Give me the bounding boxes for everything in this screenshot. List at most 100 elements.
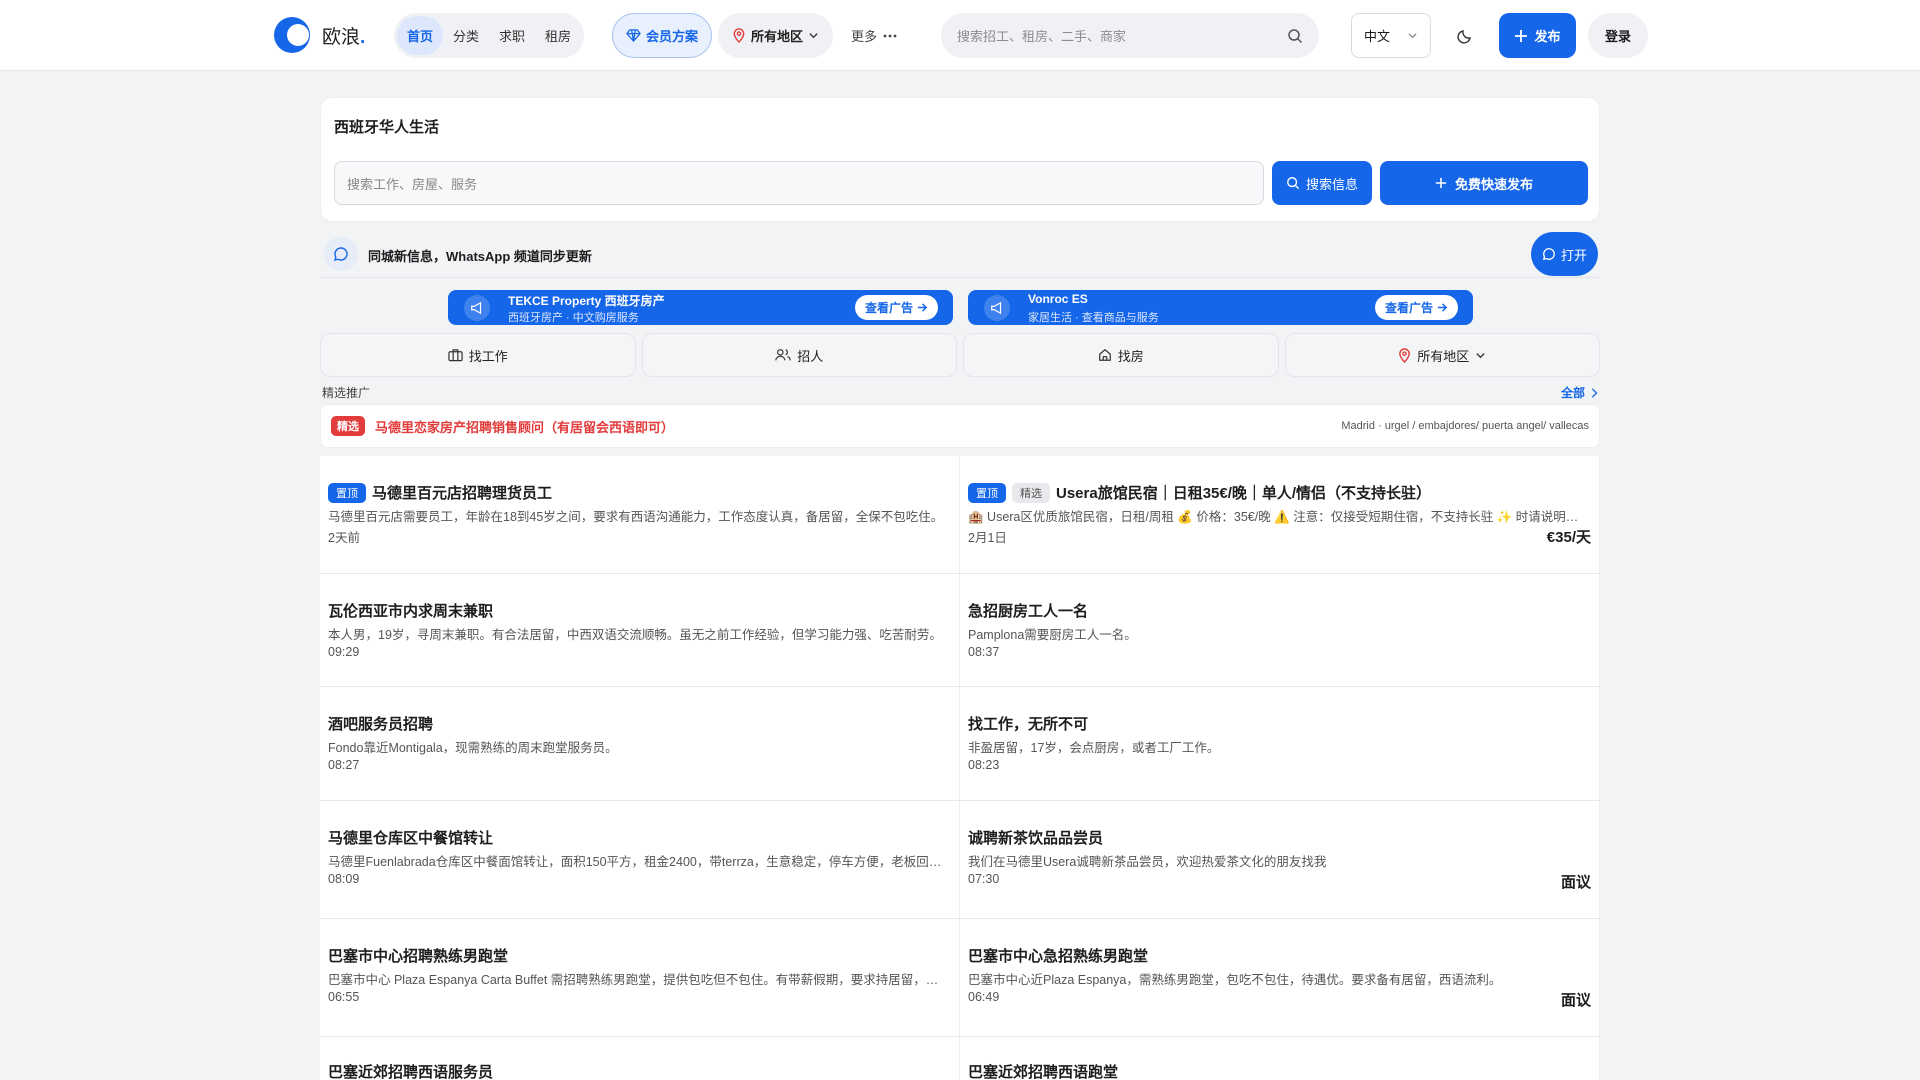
quick-post-button[interactable]: 免费快速发布 bbox=[1380, 161, 1588, 205]
ad-title: TEKCE Property 西班牙房产 bbox=[508, 294, 665, 308]
listing-time: 06:49 bbox=[968, 990, 1000, 1004]
search-icon[interactable] bbox=[1287, 28, 1303, 44]
listing-description: 马德里Fuenlabrada仓库区中餐面馆转让，面积150平方，租金2400，带… bbox=[328, 855, 948, 869]
megaphone-icon bbox=[984, 295, 1010, 321]
hero-search-button[interactable]: 搜索信息 bbox=[1272, 161, 1372, 205]
featured-label: 精选推广 bbox=[322, 386, 371, 400]
ad-subtitle: 西班牙房产 · 中文购房服务 bbox=[508, 312, 639, 324]
tab-label: 招人 bbox=[797, 348, 824, 364]
search-icon bbox=[1286, 176, 1300, 190]
nav-categories[interactable]: 分类 bbox=[443, 16, 489, 55]
listing-card[interactable]: 巴塞近郊招聘西语服务员 bbox=[320, 1037, 960, 1080]
location-pin-icon bbox=[1398, 347, 1411, 363]
logo[interactable]: 欧浪. bbox=[274, 17, 365, 53]
listing-card[interactable]: 瓦伦西亚市内求周末兼职 本人男，19岁，寻周末兼职。有合法居留，中西双语交流顺畅… bbox=[320, 574, 960, 687]
nav-rent[interactable]: 租房 bbox=[535, 16, 581, 55]
featured-title: 马德里恋家房产招聘销售顾问（有居留会西语即可） bbox=[375, 419, 675, 435]
pinned-badge: 置顶 bbox=[968, 482, 1006, 503]
view-ad-label: 查看广告 bbox=[1384, 301, 1433, 315]
listing-card[interactable]: 酒吧服务员招聘 Fondo靠近Montigala，现需熟练的周末跑堂服务员。 0… bbox=[320, 687, 960, 801]
featured-listing[interactable]: 精选 马德里恋家房产招聘销售顾问（有居留会西语即可） Madrid · urge… bbox=[320, 404, 1600, 448]
home-icon bbox=[1098, 348, 1112, 362]
ad-banner[interactable]: Vonroc ES 家居生活 · 查看商品与服务 查看广告 bbox=[968, 290, 1473, 325]
listing-description: 本人男，19岁，寻周末兼职。有合法居留，中西双语交流顺畅。虽无之前工作经验，但学… bbox=[328, 628, 942, 642]
login-button[interactable]: 登录 bbox=[1588, 13, 1648, 58]
publish-button[interactable]: 发布 bbox=[1499, 13, 1576, 58]
view-ad-label: 查看广告 bbox=[864, 301, 913, 315]
listing-card[interactable]: 置顶 精选 Usera旅馆民宿｜日租35€/晚｜单人/情侣（不支持长驻） 🏨 Use… bbox=[960, 456, 1600, 574]
dark-mode-toggle[interactable] bbox=[1446, 18, 1484, 54]
diamond-icon bbox=[626, 28, 641, 43]
listing-title: Usera旅馆民宿｜日租35€/晚｜单人/情侣（不支持长驻） bbox=[1056, 485, 1432, 502]
listing-card[interactable]: 置顶 马德里百元店招聘理货员工 马德里百元店需要员工，年龄在18到45岁之间，要求… bbox=[320, 456, 960, 574]
listing-title: 巴塞市中心急招熟练男跑堂 bbox=[968, 948, 1149, 965]
chevron-down-icon bbox=[808, 30, 819, 41]
ad-banner[interactable]: TEKCE Property 西班牙房产 西班牙房产 · 中文购房服务 查看广告 bbox=[448, 290, 953, 325]
listing-card[interactable]: 急招厨房工人一名 Pamplona需要厨房工人一名。 08:37 bbox=[960, 574, 1600, 687]
listing-description: Pamplona需要厨房工人一名。 bbox=[968, 628, 1137, 642]
listing-price: 面议 bbox=[1560, 992, 1591, 1009]
hero-search-input[interactable]: 搜索工作、房屋、服务 bbox=[334, 161, 1264, 205]
chevron-down-icon bbox=[1475, 350, 1486, 361]
listing-card[interactable]: 巴塞市中心急招熟练男跑堂 巴塞市中心近Plaza Espanya，需熟练男跑堂，… bbox=[960, 919, 1600, 1037]
hero-title: 西班牙华人生活 bbox=[334, 119, 440, 136]
nav-home[interactable]: 首页 bbox=[397, 16, 444, 55]
tab-find-house[interactable]: 找房 bbox=[963, 333, 1279, 377]
listing-card[interactable]: 巴塞近郊招聘西语跑堂 bbox=[960, 1037, 1600, 1080]
quick-post-label: 免费快速发布 bbox=[1454, 176, 1533, 192]
nav-jobs[interactable]: 求职 bbox=[489, 16, 535, 55]
listing-title: 急招厨房工人一名 bbox=[968, 603, 1089, 620]
listing-card[interactable]: 马德里仓库区中餐馆转让 马德里Fuenlabrada仓库区中餐面馆转让，面积15… bbox=[320, 801, 960, 919]
view-ad-button[interactable]: 查看广告 bbox=[1374, 295, 1458, 320]
briefcase-icon bbox=[448, 348, 463, 362]
listing-description: 巴塞市中心 Plaza Espanya Carta Buffet 需招聘熟练男跑… bbox=[328, 973, 948, 987]
tab-label: 找工作 bbox=[468, 348, 508, 364]
listing-grid: 置顶 马德里百元店招聘理货员工 马德里百元店需要员工，年龄在18到45岁之间，要求… bbox=[320, 456, 1600, 1080]
language-select[interactable]: 中文 bbox=[1351, 13, 1431, 58]
whatsapp-open-label: 打开 bbox=[1560, 247, 1587, 263]
listing-description: 巴塞市中心近Plaza Espanya，需熟练男跑堂，包吃不包住，待遇优。要求备… bbox=[968, 973, 1502, 987]
featured-header: 精选推广 全部 bbox=[322, 384, 1598, 401]
vip-plan-button[interactable]: 会员方案 bbox=[612, 13, 713, 58]
view-all-link[interactable]: 全部 bbox=[1561, 384, 1598, 401]
tab-label: 所有地区 bbox=[1417, 348, 1470, 364]
listing-description: 马德里百元店需要员工，年龄在18到45岁之间，要求有西语沟通能力，工作态度认真，… bbox=[328, 510, 944, 524]
pinned-badge: 置顶 bbox=[328, 482, 366, 503]
more-menu[interactable]: 更多 bbox=[851, 13, 897, 58]
plus-icon bbox=[1514, 29, 1528, 43]
listing-title: 巴塞市中心招聘熟练男跑堂 bbox=[328, 948, 509, 965]
listing-time: 07:30 bbox=[968, 872, 1000, 886]
listing-card[interactable]: 找工作，无所不可 非盈居留，17岁，会点厨房，或者工厂工作。 08:23 bbox=[960, 687, 1600, 801]
listing-title: 巴塞近郊招聘西语服务员 bbox=[328, 1064, 494, 1080]
listing-title: 酒吧服务员招聘 bbox=[328, 716, 434, 733]
listing-description: 🏨 Usera区优质旅馆民宿，日租/周租 💰 价格：35€/晚 ⚠️ 注意：仅接… bbox=[968, 510, 1588, 524]
category-tabs: 找工作 招人 找房 所有地区 bbox=[320, 333, 1600, 377]
header-search-input[interactable]: 搜索招工、租房、二手、商家 bbox=[941, 13, 1319, 58]
ellipsis-icon bbox=[883, 34, 897, 38]
listing-title: 马德里百元店招聘理货员工 bbox=[372, 485, 553, 502]
logo-icon bbox=[274, 17, 310, 53]
chevron-right-icon bbox=[1590, 387, 1598, 398]
listing-price: 面议 bbox=[1560, 874, 1591, 891]
listing-time: 06:55 bbox=[328, 990, 360, 1004]
whatsapp-open-button[interactable]: 打开 bbox=[1531, 232, 1598, 276]
view-ad-button[interactable]: 查看广告 bbox=[854, 295, 938, 320]
location-pin-icon bbox=[732, 28, 746, 43]
ad-title: Vonroc ES bbox=[1028, 292, 1088, 306]
listing-card[interactable]: 巴塞市中心招聘熟练男跑堂 巴塞市中心 Plaza Espanya Carta B… bbox=[320, 919, 960, 1037]
region-label: 所有地区 bbox=[751, 29, 804, 44]
hero-search-placeholder: 搜索工作、房屋、服务 bbox=[347, 176, 478, 192]
listing-description: 非盈居留，17岁，会点厨房，或者工厂工作。 bbox=[968, 741, 1220, 755]
listing-card[interactable]: 诚聘新茶饮品品尝员 我们在马德里Usera诚聘新茶品尝员，欢迎热爱茶文化的朋友找… bbox=[960, 801, 1600, 919]
language-label: 中文 bbox=[1364, 29, 1391, 44]
tab-region-select[interactable]: 所有地区 bbox=[1284, 333, 1600, 377]
listing-title: 巴塞近郊招聘西语跑堂 bbox=[968, 1064, 1119, 1080]
tab-find-job[interactable]: 找工作 bbox=[320, 333, 636, 377]
header-search-placeholder: 搜索招工、租房、二手、商家 bbox=[957, 29, 1127, 44]
listing-title: 马德里仓库区中餐馆转让 bbox=[328, 830, 494, 847]
tab-hiring[interactable]: 招人 bbox=[641, 333, 957, 377]
listing-time: 2月1日 bbox=[968, 531, 1007, 545]
region-select[interactable]: 所有地区 bbox=[718, 13, 834, 58]
chevron-down-icon bbox=[1407, 30, 1418, 41]
ad-subtitle: 家居生活 · 查看商品与服务 bbox=[1028, 312, 1159, 324]
